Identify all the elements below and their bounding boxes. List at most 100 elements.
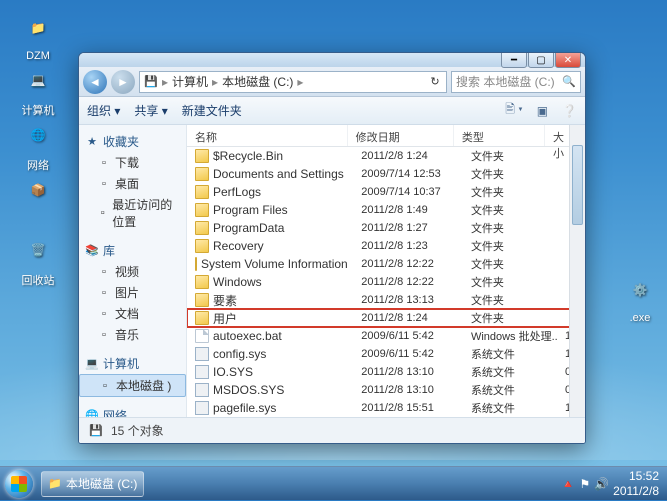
file-name: 要素: [213, 292, 237, 309]
file-row[interactable]: Documents and Settings2009/7/14 12:53文件夹: [187, 165, 585, 183]
file-name: ProgramData: [213, 221, 284, 235]
file-type: 系统文件: [463, 364, 557, 380]
file-row[interactable]: pagefile.sys2011/2/8 15:51系统文件1,048,576.…: [187, 399, 585, 417]
search-box[interactable]: 搜索 本地磁盘 (C:) 🔍: [451, 71, 581, 93]
file-type: 文件夹: [463, 184, 557, 200]
file-row[interactable]: Program Files2011/2/8 1:49文件夹: [187, 201, 585, 219]
sidebar-group-header[interactable]: 💻计算机: [79, 353, 186, 374]
explorer-window: ━ ▢ ✕ ◄ ► 💾 ▸ 计算机 ▸ 本地磁盘 (C:) ▸ ↻ 搜索 本地磁…: [78, 52, 586, 444]
desktop-icon-dzm[interactable]: 📁DZM: [8, 8, 68, 62]
file-modified: 2011/2/8 13:10: [353, 366, 463, 378]
file-row[interactable]: MSDOS.SYS2011/2/8 13:10系统文件0 KB: [187, 381, 585, 399]
titlebar[interactable]: ━ ▢ ✕: [79, 53, 585, 67]
file-row[interactable]: Recovery2011/2/8 1:23文件夹: [187, 237, 585, 255]
start-button[interactable]: [0, 467, 38, 501]
file-type: 文件夹: [463, 166, 557, 182]
item-icon: ▫: [97, 286, 111, 300]
crumb-computer[interactable]: 计算机: [172, 73, 208, 90]
file-name: 用户: [213, 310, 237, 327]
share-button[interactable]: 共享 ▾: [134, 102, 167, 119]
file-modified: 2009/7/14 10:37: [353, 186, 463, 198]
desktop-icon-network[interactable]: 🌐网络: [8, 115, 68, 173]
file-row[interactable]: ProgramData2011/2/8 1:27文件夹: [187, 219, 585, 237]
crumb-drive[interactable]: 本地磁盘 (C:): [222, 73, 293, 90]
close-button[interactable]: ✕: [555, 52, 581, 68]
address-bar[interactable]: 💾 ▸ 计算机 ▸ 本地磁盘 (C:) ▸ ↻: [139, 71, 447, 93]
sidebar-item[interactable]: ▫本地磁盘 ): [79, 374, 186, 397]
sidebar: ★收藏夹▫下载▫桌面▫最近访问的位置 📚库 ▫ 视频 ▫ 图片 ▫文档▫音乐 💻计算机▫本地磁…: [79, 125, 187, 417]
file-modified: 2011/2/8 1:27: [353, 222, 463, 234]
sidebar-item[interactable]: ▫下载: [79, 152, 186, 173]
clock[interactable]: 15:52 2011/2/8: [613, 469, 659, 498]
group-label: 收藏夹: [103, 133, 139, 150]
crumb-sep: ▸: [212, 75, 218, 89]
preview-icon[interactable]: ▣: [537, 104, 548, 118]
file-modified: 2011/2/8 1:49: [353, 204, 463, 216]
view-icon[interactable]: 🖹 ▾: [505, 100, 522, 121]
organize-button[interactable]: 组织 ▾: [87, 102, 120, 119]
help-icon[interactable]: ❔: [562, 104, 577, 118]
sidebar-item[interactable]: ▫音乐: [79, 324, 186, 345]
sidebar-item[interactable]: ▫文档: [79, 303, 186, 324]
file-type: 系统文件: [463, 382, 557, 398]
file-name: config.sys: [213, 347, 266, 361]
file-row[interactable]: Windows2011/2/8 12:22文件夹: [187, 273, 585, 291]
file-row[interactable]: System Volume Information2011/2/8 12:22文…: [187, 255, 585, 273]
file-row[interactable]: autoexec.bat2009/6/11 5:42Windows 批处理...…: [187, 327, 585, 345]
file-modified: 2009/7/14 12:53: [353, 168, 463, 180]
file-name: pagefile.sys: [213, 401, 276, 415]
newfolder-button[interactable]: 新建文件夹: [182, 102, 242, 119]
sidebar-item-label: 图片: [115, 284, 139, 301]
desktop-icon-recycle[interactable]: 🗑️回收站: [8, 230, 68, 288]
file-row[interactable]: $Recycle.Bin2011/2/8 1:24文件夹: [187, 147, 585, 165]
sidebar-group-header[interactable]: 🌐网络: [79, 405, 186, 417]
sidebar-item[interactable]: ▫桌面: [79, 173, 186, 194]
group-icon: 💻: [85, 357, 99, 371]
tray-volume-icon[interactable]: 🔊: [594, 477, 609, 491]
col-type[interactable]: 类型: [454, 125, 545, 146]
tray-flag-icon[interactable]: 🔺: [561, 477, 576, 491]
file-row[interactable]: PerfLogs 2009/7/14 10:37文件夹: [187, 183, 585, 201]
file-name: PerfLogs: [213, 185, 261, 199]
col-modified[interactable]: 修改日期: [348, 125, 454, 146]
desktop-icon-unknown[interactable]: 📦: [8, 170, 68, 212]
sidebar-item-label: 视频: [115, 263, 139, 280]
sidebar-item[interactable]: ▫ 图片: [79, 282, 186, 303]
forward-button[interactable]: ►: [111, 70, 135, 94]
sidebar-item-label: 桌面: [115, 175, 139, 192]
col-name[interactable]: 名称: [187, 125, 348, 146]
file-row[interactable]: config.sys2009/6/11 5:42系统文件1 KB: [187, 345, 585, 363]
sidebar-item[interactable]: ▫ 视频: [79, 261, 186, 282]
folder-icon: [195, 311, 209, 325]
tray-flag-icon[interactable]: ⚑: [579, 477, 590, 491]
scrollbar[interactable]: [569, 125, 585, 417]
sysfile-icon: [195, 365, 209, 379]
sidebar-group-header[interactable]: ★收藏夹: [79, 131, 186, 152]
back-button[interactable]: ◄: [83, 70, 107, 94]
file-type: 系统文件: [463, 346, 557, 362]
file-name: IO.SYS: [213, 365, 253, 379]
desktop-icon-computer[interactable]: 💻计算机: [8, 60, 68, 118]
minimize-button[interactable]: ━: [501, 52, 527, 68]
system-tray[interactable]: 🔺 ⚑ 🔊 15:52 2011/2/8: [553, 469, 667, 498]
statusbar: 💾 15 个对象: [79, 417, 585, 443]
file-name: System Volume Information: [201, 257, 348, 271]
item-icon: ▫: [97, 265, 111, 279]
file-name: Recovery: [213, 239, 264, 253]
file-row[interactable]: IO.SYS2011/2/8 13:10系统文件0 KB: [187, 363, 585, 381]
sidebar-item[interactable]: ▫最近访问的位置: [79, 194, 186, 232]
scrollbar-thumb[interactable]: [572, 145, 583, 225]
desktop-icon-exe[interactable]: ⚙️.exe: [610, 270, 667, 324]
status-count: 15 个对象: [111, 422, 164, 439]
taskbar-item-label: 本地磁盘 (C:): [66, 475, 137, 492]
maximize-button[interactable]: ▢: [528, 52, 554, 68]
file-name: autoexec.bat: [213, 329, 282, 343]
refresh-icon[interactable]: ↻: [428, 75, 442, 89]
taskbar-item[interactable]: 📁 本地磁盘 (C:): [41, 471, 144, 497]
group-label: 网络: [103, 407, 127, 417]
sidebar-group-header[interactable]: 📚库: [79, 240, 186, 261]
sysfile-icon: [195, 383, 209, 397]
taskbar: 📁 本地磁盘 (C:) 🔺 ⚑ 🔊 15:52 2011/2/8: [0, 466, 667, 500]
file-row[interactable]: 用户2011/2/8 1:24文件夹: [187, 309, 585, 327]
file-row[interactable]: 要素2011/2/8 13:13文件夹: [187, 291, 585, 309]
